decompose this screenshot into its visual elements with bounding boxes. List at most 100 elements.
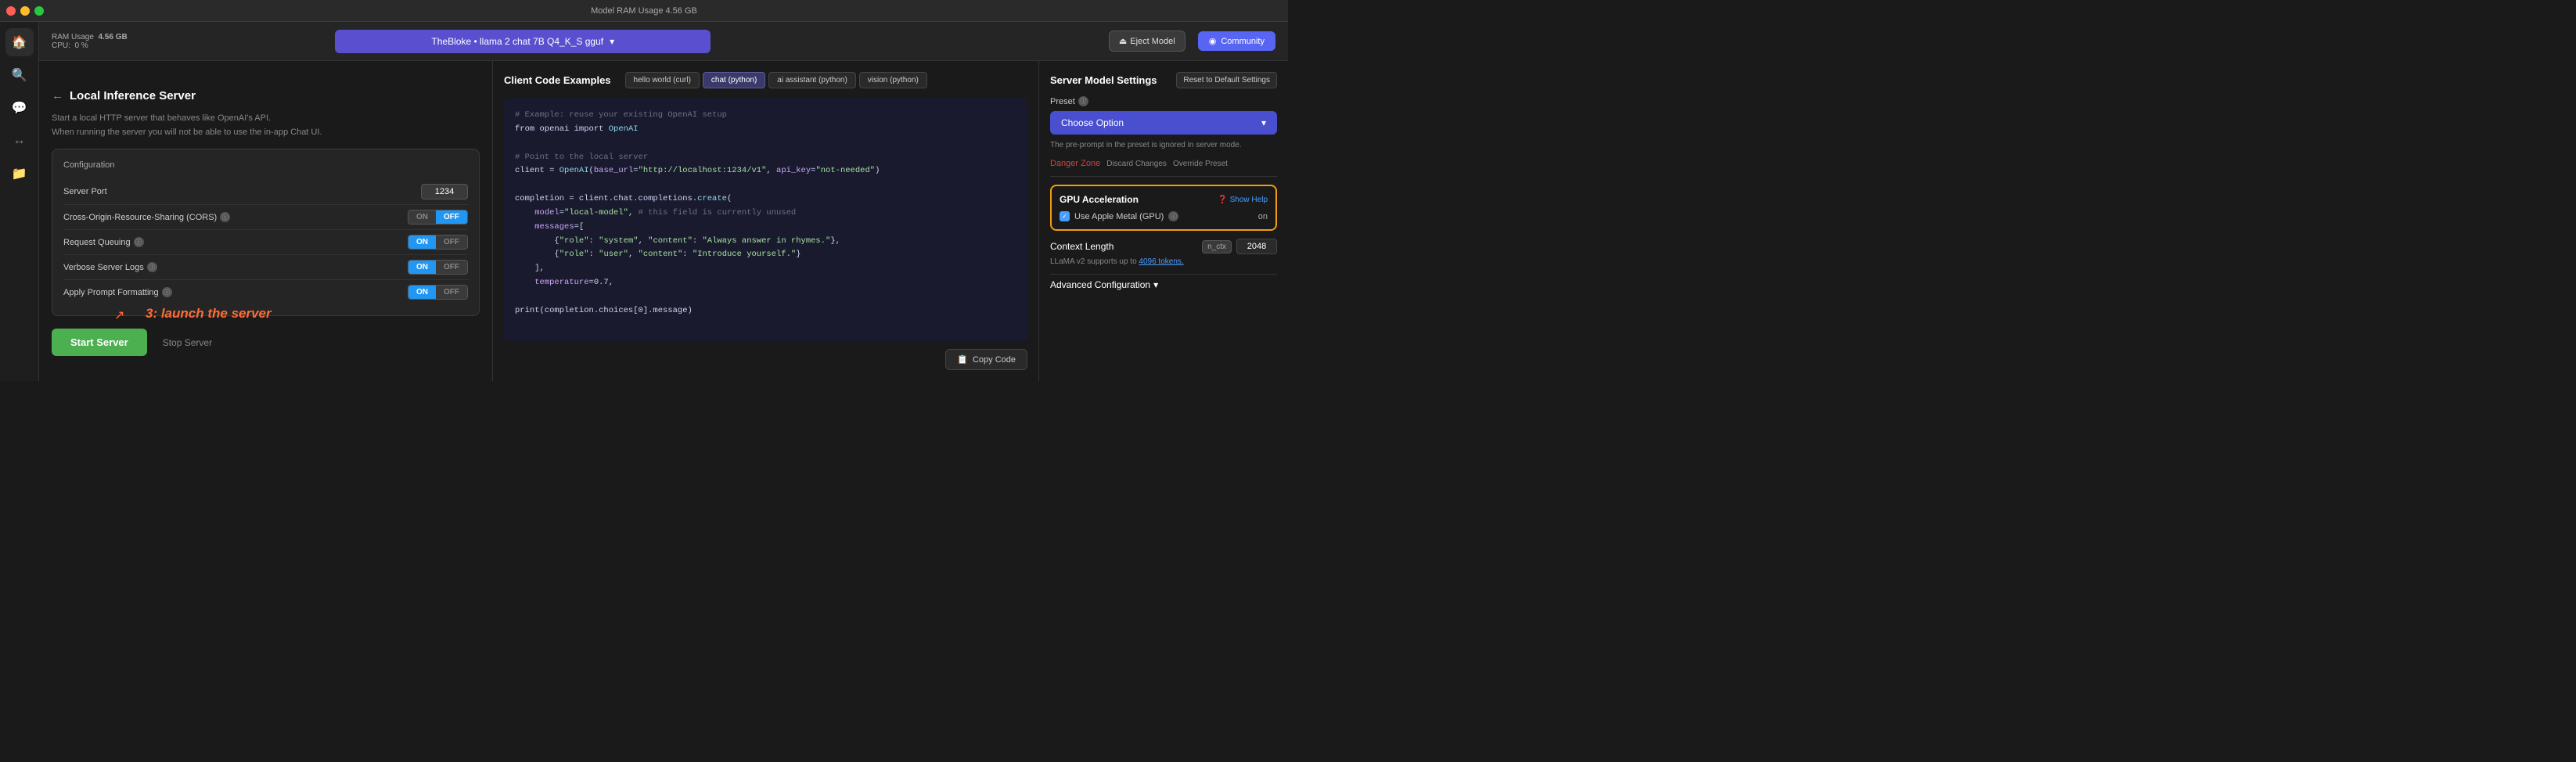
context-value-input[interactable] bbox=[1236, 239, 1277, 254]
sidebar-icon-chat[interactable]: 💬 bbox=[5, 94, 34, 122]
server-port-label: Server Port bbox=[63, 187, 107, 196]
tab-hello-world[interactable]: hello world (curl) bbox=[625, 72, 700, 88]
sidebar-icon-transfer[interactable]: ↔ bbox=[5, 127, 34, 155]
context-tokens-link[interactable]: 4096 tokens. bbox=[1139, 257, 1183, 266]
eject-icon: ⏏ bbox=[1119, 36, 1127, 46]
annotation-launch: 3: launch the server bbox=[146, 306, 272, 322]
preset-dropdown-button[interactable]: Choose Option ▾ bbox=[1050, 111, 1277, 135]
gpu-checkbox-label: ✓ Use Apple Metal (GPU) ⓘ bbox=[1060, 211, 1178, 221]
queuing-toggle: ON OFF bbox=[408, 235, 468, 250]
n-ctx-label: n_ctx bbox=[1202, 240, 1232, 253]
cors-info-icon[interactable]: ⓘ bbox=[220, 212, 230, 222]
queuing-info-icon[interactable]: ⓘ bbox=[134, 237, 144, 247]
apply-toggle: ON OFF bbox=[408, 285, 468, 300]
section-title: ← Local Inference Server bbox=[52, 89, 480, 102]
code-footer: 📋 Copy Code bbox=[504, 349, 1027, 370]
question-icon: ❓ bbox=[1218, 196, 1227, 204]
code-line-6: model="local-model", # this field is cur… bbox=[515, 207, 1016, 221]
section-desc: Start a local HTTP server that behaves l… bbox=[52, 112, 480, 139]
window-controls bbox=[6, 6, 44, 16]
apply-on-button[interactable]: ON bbox=[408, 286, 436, 299]
copy-code-button[interactable]: 📋 Copy Code bbox=[945, 349, 1027, 370]
gpu-checkbox[interactable]: ✓ bbox=[1060, 211, 1070, 221]
queuing-off-button[interactable]: OFF bbox=[436, 235, 467, 249]
code-line-5: completion = client.chat.completions.cre… bbox=[515, 192, 1016, 207]
request-queuing-label: Request Queuing ⓘ bbox=[63, 237, 144, 247]
tab-vision[interactable]: vision (python) bbox=[859, 72, 927, 88]
apply-info-icon[interactable]: ⓘ bbox=[162, 287, 172, 297]
code-line-7: messages=[ bbox=[515, 221, 1016, 235]
preset-info-icon[interactable]: ⓘ bbox=[1078, 96, 1088, 106]
middle-panel: Client Code Examples hello world (curl) … bbox=[493, 61, 1039, 381]
right-panel: Server Model Settings Reset to Default S… bbox=[1039, 61, 1288, 381]
tab-chat-python[interactable]: chat (python) bbox=[703, 72, 765, 88]
ram-usage: RAM Usage 4.56 GB bbox=[52, 33, 130, 41]
verbose-off-button[interactable]: OFF bbox=[436, 261, 467, 274]
system-info: RAM Usage 4.56 GB CPU: 0 % bbox=[52, 33, 130, 50]
verbose-on-button[interactable]: ON bbox=[408, 261, 436, 274]
override-preset-button[interactable]: Override Preset bbox=[1173, 160, 1228, 168]
cors-toggle: ON OFF bbox=[408, 210, 468, 225]
cors-off-button[interactable]: OFF bbox=[436, 210, 467, 224]
server-port-input[interactable] bbox=[421, 184, 468, 199]
stop-server-button[interactable]: Stop Server bbox=[153, 329, 221, 356]
community-button[interactable]: ◉ Community bbox=[1198, 31, 1275, 51]
gpu-info-icon[interactable]: ⓘ bbox=[1168, 211, 1178, 221]
code-line-9: {"role": "user", "content": "Introduce y… bbox=[515, 248, 1016, 262]
start-server-button[interactable]: Start Server bbox=[52, 329, 147, 356]
danger-zone-label: Danger Zone bbox=[1050, 159, 1100, 168]
gpu-on-status: on bbox=[1258, 212, 1268, 221]
cors-row: Cross-Origin-Resource-Sharing (CORS) ⓘ O… bbox=[63, 205, 468, 230]
gpu-title: GPU Acceleration bbox=[1060, 194, 1139, 205]
code-panel-title: Client Code Examples bbox=[504, 74, 611, 86]
close-button[interactable] bbox=[6, 6, 16, 16]
apply-prompt-row: Apply Prompt Formatting ⓘ ON OFF bbox=[63, 280, 468, 304]
discard-changes-button[interactable]: Discard Changes bbox=[1106, 160, 1167, 168]
code-line-3: # Point to the local server bbox=[515, 151, 1016, 165]
copy-icon: 📋 bbox=[957, 354, 968, 365]
context-note: LLaMA v2 supports up to 4096 tokens. bbox=[1050, 257, 1277, 266]
content-area: 1: Download a model ← Local Inference Se… bbox=[39, 61, 1288, 381]
code-block: # Example: reuse your existing OpenAI se… bbox=[504, 98, 1027, 341]
sidebar-icon-home[interactable]: 🏠 bbox=[5, 28, 34, 56]
code-line-4: client = OpenAI(base_url="http://localho… bbox=[515, 164, 1016, 178]
danger-zone-row: Danger Zone Discard Changes Override Pre… bbox=[1050, 159, 1277, 168]
code-tabs: hello world (curl) chat (python) ai assi… bbox=[625, 72, 927, 88]
code-blank-2 bbox=[515, 178, 1016, 192]
discord-icon: ◉ bbox=[1209, 36, 1217, 46]
sidebar: 🏠 🔍 💬 ↔ 📁 bbox=[0, 22, 39, 381]
code-line-8: {"role": "system", "content": "Always an… bbox=[515, 235, 1016, 249]
window-title: Model RAM Usage 4.56 GB bbox=[591, 6, 697, 16]
code-line-2: from openai import OpenAI bbox=[515, 123, 1016, 137]
maximize-button[interactable] bbox=[34, 6, 44, 16]
apply-prompt-label: Apply Prompt Formatting ⓘ bbox=[63, 287, 172, 297]
minimize-button[interactable] bbox=[20, 6, 30, 16]
tab-ai-assistant[interactable]: ai assistant (python) bbox=[768, 72, 856, 88]
right-panel-header: Server Model Settings Reset to Default S… bbox=[1050, 72, 1277, 88]
cors-on-button[interactable]: ON bbox=[408, 210, 436, 224]
sidebar-icon-search[interactable]: 🔍 bbox=[5, 61, 34, 89]
titlebar: Model RAM Usage 4.56 GB bbox=[0, 0, 1288, 22]
advanced-config-button[interactable]: Advanced Configuration ▾ bbox=[1050, 274, 1277, 295]
cors-label: Cross-Origin-Resource-Sharing (CORS) ⓘ bbox=[63, 212, 230, 222]
code-line-11: temperature=0.7, bbox=[515, 276, 1016, 290]
gpu-section: 2: enable GPU GPU Acceleration ❓ Show He… bbox=[1050, 185, 1277, 231]
code-line-1: # Example: reuse your existing OpenAI se… bbox=[515, 109, 1016, 123]
chevron-down-icon: ▾ bbox=[610, 36, 614, 47]
reset-settings-button[interactable]: Reset to Default Settings bbox=[1176, 72, 1277, 88]
preset-section: Preset ⓘ Choose Option ▾ The pre-prompt … bbox=[1050, 96, 1277, 151]
divider-1 bbox=[1050, 176, 1277, 177]
cpu-usage: CPU: 0 % bbox=[52, 41, 130, 50]
queuing-on-button[interactable]: ON bbox=[408, 235, 436, 249]
model-selector-button[interactable]: TheBloke • llama 2 chat 7B Q4_K_S gguf ▾ bbox=[335, 30, 711, 53]
apply-off-button[interactable]: OFF bbox=[436, 286, 467, 299]
left-panel: 1: Download a model ← Local Inference Se… bbox=[39, 61, 493, 381]
eject-model-button[interactable]: ⏏ Eject Model bbox=[1109, 31, 1185, 52]
show-help-button[interactable]: ❓ Show Help bbox=[1218, 196, 1268, 204]
code-header: Client Code Examples hello world (curl) … bbox=[504, 72, 1027, 88]
verbose-info-icon[interactable]: ⓘ bbox=[147, 262, 157, 272]
topbar: RAM Usage 4.56 GB CPU: 0 % TheBloke • ll… bbox=[39, 22, 1288, 61]
sidebar-icon-files[interactable]: 📁 bbox=[5, 160, 34, 188]
config-box: Configuration Server Port Cross-Origin-R… bbox=[52, 149, 480, 316]
code-blank-1 bbox=[515, 137, 1016, 151]
